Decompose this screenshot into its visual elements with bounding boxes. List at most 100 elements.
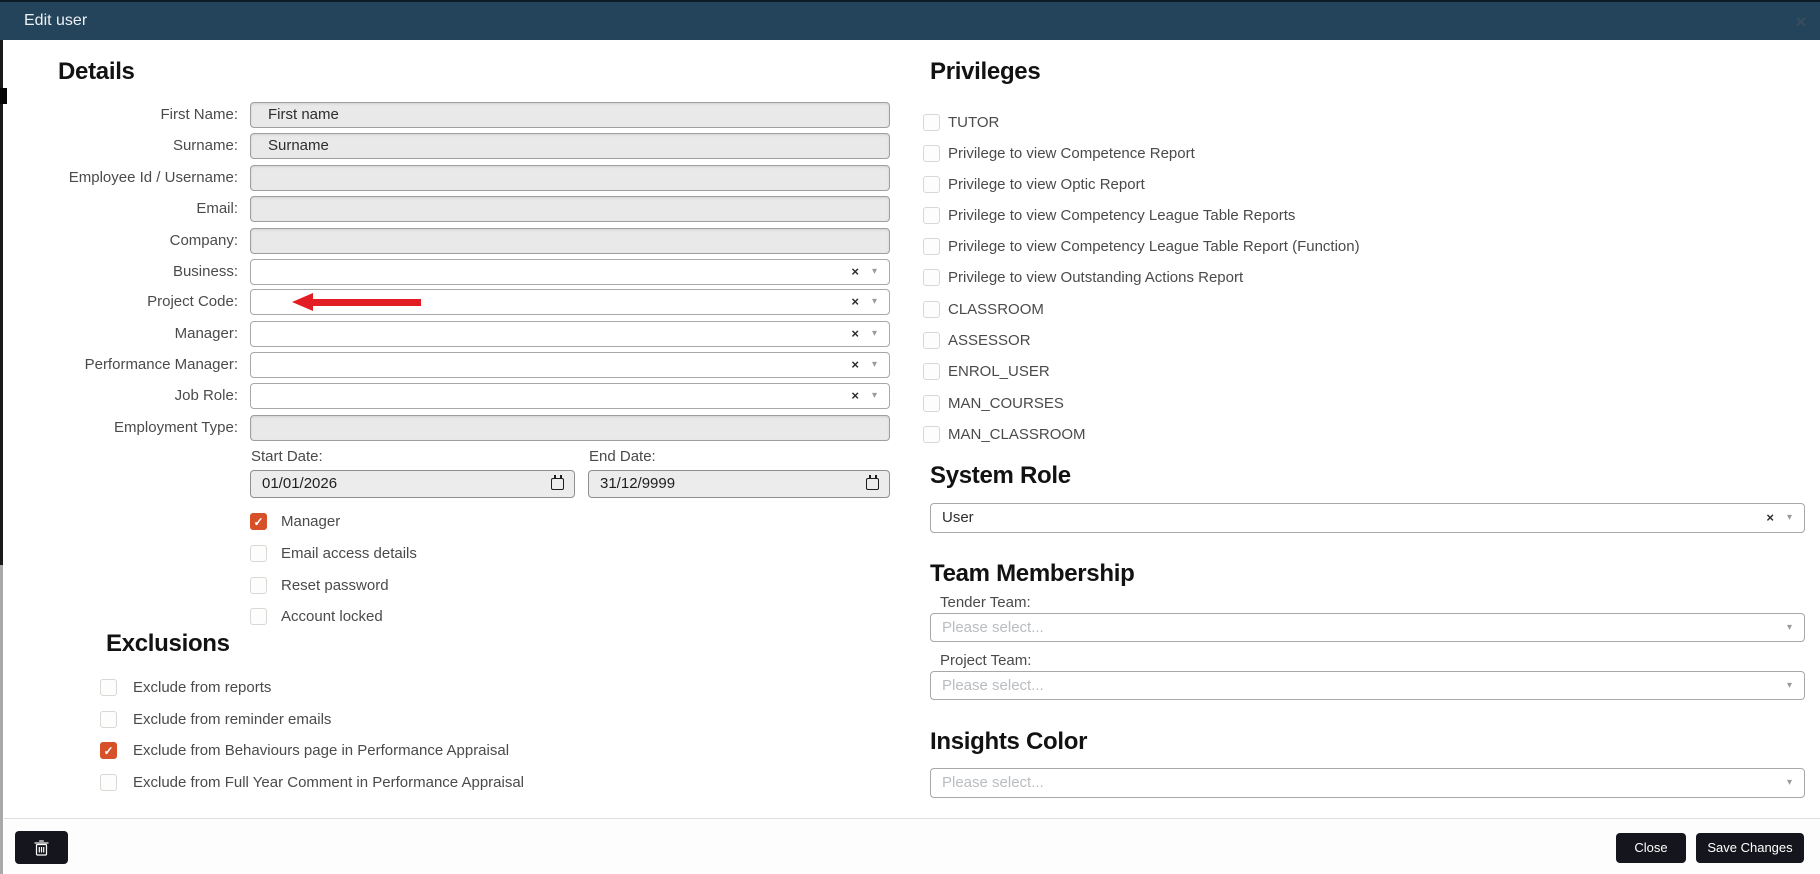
clear-icon[interactable]: × xyxy=(851,322,859,346)
exclude-reminder-emails-checkbox[interactable]: ✓ xyxy=(100,711,117,728)
form-row: Manager: × ▾ xyxy=(0,321,910,348)
clear-icon[interactable]: × xyxy=(851,353,859,377)
surname-label: Surname: xyxy=(0,133,238,159)
modal-title: Edit user xyxy=(24,12,87,30)
close-icon[interactable]: × xyxy=(1790,11,1812,33)
privilege-tutor-checkbox[interactable]: ✓ xyxy=(923,114,940,131)
project-team-select[interactable]: Please select... ▾ xyxy=(930,671,1805,700)
check-icon: ✓ xyxy=(101,743,116,759)
form-row: Company: xyxy=(0,228,910,255)
company-input[interactable] xyxy=(250,228,890,254)
form-row: Business: × ▾ xyxy=(0,259,910,286)
job-role-select[interactable]: × ▾ xyxy=(250,383,890,409)
job-role-label: Job Role: xyxy=(0,383,238,409)
privilege-competence-report-checkbox[interactable]: ✓ xyxy=(923,145,940,162)
privilege-enrol-user-checkbox[interactable]: ✓ xyxy=(923,363,940,380)
team-membership-heading: Team Membership xyxy=(930,560,1134,588)
privilege-classroom-checkbox[interactable]: ✓ xyxy=(923,301,940,318)
privilege-man-courses-label: MAN_COURSES xyxy=(948,395,1064,413)
form-row: Email: xyxy=(0,196,910,223)
calendar-icon[interactable] xyxy=(551,478,564,490)
clear-icon[interactable]: × xyxy=(851,384,859,408)
clear-icon[interactable]: × xyxy=(1766,504,1774,532)
manager-checkbox-label: Manager xyxy=(281,513,340,531)
privilege-man-courses-checkbox[interactable]: ✓ xyxy=(923,395,940,412)
performance-manager-select[interactable]: × ▾ xyxy=(250,352,890,378)
system-role-select[interactable]: User × ▾ xyxy=(930,503,1805,533)
reset-password-checkbox-label: Reset password xyxy=(281,577,389,595)
surname-input[interactable]: Surname xyxy=(250,133,890,159)
employee-id-input[interactable] xyxy=(250,165,890,191)
clear-icon[interactable]: × xyxy=(851,290,859,314)
privilege-league-reports-checkbox[interactable]: ✓ xyxy=(923,207,940,224)
chevron-down-icon: ▾ xyxy=(1787,769,1792,797)
business-label: Business: xyxy=(0,259,238,285)
tender-team-select[interactable]: Please select... ▾ xyxy=(930,613,1805,642)
privilege-outstanding-actions-checkbox[interactable]: ✓ xyxy=(923,269,940,286)
employee-id-label: Employee Id / Username: xyxy=(0,165,238,191)
delete-user-button[interactable] xyxy=(15,831,68,864)
form-row: Job Role: × ▾ xyxy=(0,383,910,410)
privilege-enrol-user-label: ENROL_USER xyxy=(948,363,1050,381)
tender-team-label: Tender Team: xyxy=(940,594,1031,611)
manager-select[interactable]: × ▾ xyxy=(250,321,890,347)
chevron-down-icon: ▾ xyxy=(872,260,877,284)
chevron-down-icon: ▾ xyxy=(1787,504,1792,532)
chevron-down-icon: ▾ xyxy=(872,322,877,346)
account-locked-checkbox[interactable]: ✓ xyxy=(250,608,267,625)
calendar-icon[interactable] xyxy=(866,478,879,490)
privilege-tutor-label: TUTOR xyxy=(948,114,999,132)
save-changes-button[interactable]: Save Changes xyxy=(1696,833,1804,863)
start-date-value: 01/01/2026 xyxy=(262,471,337,497)
chevron-down-icon: ▾ xyxy=(1787,614,1792,641)
end-date-label: End Date: xyxy=(589,448,656,465)
privilege-optic-report-checkbox[interactable]: ✓ xyxy=(923,176,940,193)
arrow-shaft xyxy=(311,299,421,306)
performance-manager-label: Performance Manager: xyxy=(0,352,238,378)
privilege-league-function-label: Privilege to view Competency League Tabl… xyxy=(948,238,1360,256)
project-team-placeholder: Please select... xyxy=(942,672,1044,699)
email-access-checkbox[interactable]: ✓ xyxy=(250,545,267,562)
reset-password-checkbox[interactable]: ✓ xyxy=(250,577,267,594)
modal-header: Edit user × xyxy=(0,0,1820,40)
form-row: Employment Type: xyxy=(0,415,910,442)
form-row: Performance Manager: × ▾ xyxy=(0,352,910,379)
form-row: Surname: Surname xyxy=(0,133,910,160)
privilege-assessor-checkbox[interactable]: ✓ xyxy=(923,332,940,349)
privilege-man-classroom-checkbox[interactable]: ✓ xyxy=(923,426,940,443)
business-select[interactable]: × ▾ xyxy=(250,259,890,285)
start-date-label: Start Date: xyxy=(251,448,323,465)
end-date-input[interactable]: 31/12/9999 xyxy=(588,470,890,498)
first-name-input[interactable]: First name xyxy=(250,102,890,128)
company-label: Company: xyxy=(0,228,238,254)
privilege-competence-report-label: Privilege to view Competence Report xyxy=(948,145,1195,163)
system-role-value: User xyxy=(942,504,974,532)
chevron-down-icon: ▾ xyxy=(1787,672,1792,699)
exclude-behaviours-checkbox[interactable]: ✓ xyxy=(100,742,117,759)
tender-team-placeholder: Please select... xyxy=(942,614,1044,641)
trash-icon xyxy=(34,840,49,856)
start-date-input[interactable]: 01/01/2026 xyxy=(250,470,575,498)
email-input[interactable] xyxy=(250,196,890,222)
insights-color-select[interactable]: Please select... ▾ xyxy=(930,768,1805,798)
exclude-full-year-label: Exclude from Full Year Comment in Perfor… xyxy=(133,774,524,792)
close-button[interactable]: Close xyxy=(1616,833,1686,863)
exclude-reminder-emails-label: Exclude from reminder emails xyxy=(133,711,331,729)
exclusions-heading: Exclusions xyxy=(106,630,230,658)
exclude-reports-checkbox[interactable]: ✓ xyxy=(100,679,117,696)
exclude-full-year-checkbox[interactable]: ✓ xyxy=(100,774,117,791)
employment-type-label: Employment Type: xyxy=(0,415,238,441)
project-code-label: Project Code: xyxy=(0,289,238,315)
system-role-heading: System Role xyxy=(930,462,1071,490)
insights-color-heading: Insights Color xyxy=(930,728,1087,756)
privilege-league-function-checkbox[interactable]: ✓ xyxy=(923,238,940,255)
surname-value: Surname xyxy=(268,134,329,158)
employment-type-input[interactable] xyxy=(250,415,890,441)
clear-icon[interactable]: × xyxy=(851,260,859,284)
form-row: Employee Id / Username: xyxy=(0,165,910,192)
modal-footer: Close Save Changes xyxy=(4,818,1820,874)
email-access-checkbox-label: Email access details xyxy=(281,545,417,563)
end-date-value: 31/12/9999 xyxy=(600,471,675,497)
page-edge-artifact xyxy=(0,565,3,874)
manager-checkbox[interactable]: ✓ xyxy=(250,513,267,530)
